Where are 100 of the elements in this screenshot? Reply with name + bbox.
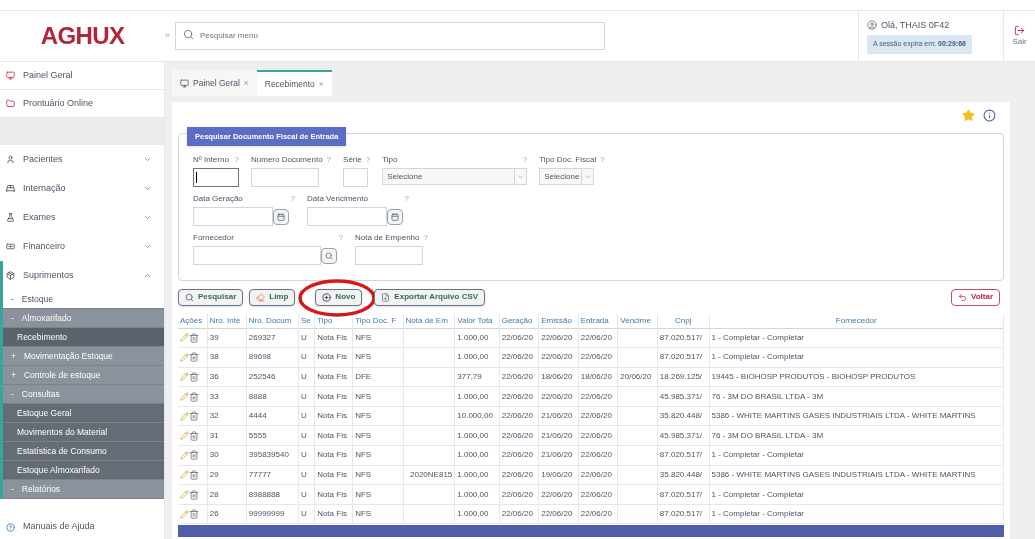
field-label: Nº Interno [193, 154, 229, 166]
lookup-button[interactable] [321, 247, 337, 264]
banknote-icon [6, 242, 15, 251]
table-cell: 1 - Completar - Completar [711, 450, 804, 460]
field-label: Fornecedor [193, 232, 234, 244]
column-header[interactable]: Vencime [617, 314, 658, 328]
column-header[interactable]: Tipo [314, 314, 353, 328]
action-button[interactable]: Novo [315, 288, 363, 306]
calendar-icon [277, 212, 285, 221]
trash-icon[interactable] [189, 469, 199, 480]
trash-icon[interactable] [189, 391, 199, 402]
submenu-item[interactable]: Estatística de Consumo [3, 442, 164, 461]
sidebar-item[interactable]: Manuais de Ajuda [0, 517, 164, 537]
trash-icon[interactable] [189, 450, 199, 461]
submenu-item[interactable]: - Consultas [3, 385, 164, 404]
action-button[interactable]: Limp [249, 288, 296, 306]
table-cell: 10.000,00 [457, 411, 493, 421]
table-cell: 45.985.371/ [659, 391, 703, 401]
date-field[interactable] [193, 207, 273, 226]
column-header[interactable]: Entrada [578, 314, 618, 328]
column-header[interactable]: Nro. Inte [207, 314, 247, 328]
help-mark[interactable]: ? [365, 154, 371, 166]
column-header[interactable]: Emissão [538, 314, 579, 328]
trash-icon[interactable] [189, 430, 199, 441]
table-cell: 21/06/20 [541, 411, 573, 421]
sidebar-item[interactable]: Financeiro [0, 232, 164, 261]
submenu-item[interactable]: Estoque Almoxarifado [3, 461, 164, 480]
column-header[interactable]: Cnpj [657, 314, 709, 328]
trash-icon[interactable] [189, 332, 199, 343]
help-mark[interactable]: ? [234, 154, 239, 166]
submenu-item[interactable]: Movimentos do Material [3, 423, 164, 442]
table-cell: 22/06/20 [541, 332, 573, 342]
plus-circle-icon [322, 292, 332, 302]
help-mark[interactable]: ? [522, 154, 528, 166]
star-icon[interactable] [962, 108, 975, 122]
help-mark[interactable]: ? [290, 193, 295, 205]
submenu-item[interactable]: + Controle de estoque [3, 366, 164, 385]
action-button[interactable]: Exportar Arquivo CSV [374, 288, 486, 306]
column-header[interactable]: Se [298, 314, 315, 328]
tab[interactable]: Recebimento × [256, 70, 332, 96]
trash-icon[interactable] [189, 509, 199, 520]
submenu-item[interactable]: Estoque Geral [3, 404, 164, 423]
help-mark[interactable]: ? [600, 154, 605, 166]
table-cell: NFS [355, 411, 372, 421]
submenu-item[interactable]: Recebimento [3, 328, 164, 347]
table-cell: 22/06/20 [501, 430, 533, 440]
box-icon [6, 271, 15, 280]
table-cell: 22/06/20 [501, 391, 533, 401]
action-button[interactable]: Pesquisar [178, 288, 244, 306]
table-cell: 1 - Completar - Completar [711, 509, 804, 519]
back-button[interactable]: Voltar [950, 288, 1000, 306]
sidebar-item[interactable]: Suprimentos [3, 261, 164, 290]
text-field[interactable] [193, 168, 239, 187]
help-mark[interactable]: ? [338, 232, 343, 244]
info-icon[interactable] [983, 108, 996, 122]
table-cell: 252546 [248, 372, 276, 381]
table-cell: 99999999 [248, 509, 285, 519]
column-header[interactable]: Fornecedor [709, 314, 1004, 328]
table-cell: 1 - Completar - Completar [711, 489, 804, 499]
sidebar-item[interactable]: Painel Geral [0, 62, 164, 90]
column-header[interactable]: Valor Tota [454, 314, 500, 328]
sidebar-item[interactable]: Internação [0, 174, 164, 203]
tab[interactable]: Painel Geral × [172, 70, 257, 96]
column-header[interactable]: Nota de Em [403, 314, 455, 328]
calendar-button[interactable] [387, 208, 403, 225]
column-header[interactable]: Geração [499, 314, 539, 328]
column-header[interactable]: Nro. Docum [246, 314, 299, 328]
column-header[interactable]: Ações [178, 314, 208, 328]
tab-close[interactable]: × [243, 76, 249, 90]
table-cell: NFS [355, 430, 372, 440]
search-field[interactable]: Pesquisar menu [175, 21, 605, 50]
table-cell: U [300, 489, 307, 499]
calendar-button[interactable] [273, 208, 289, 225]
table-cell: NFS [355, 489, 372, 499]
trash-icon[interactable] [189, 372, 199, 382]
date-field[interactable] [307, 207, 387, 226]
help-mark[interactable]: ? [423, 232, 428, 244]
table-cell: NFS [355, 332, 372, 342]
trash-icon[interactable] [189, 489, 199, 500]
table-cell: 269327 [248, 332, 276, 342]
select-field[interactable]: Selecione [539, 168, 595, 185]
sidebar-item[interactable]: Pacientes [0, 145, 164, 174]
help-mark[interactable]: ? [326, 154, 332, 166]
table-cell: 87.020.517/ [659, 489, 703, 499]
submenu-item[interactable]: - Relatórios [3, 480, 164, 499]
trash-icon[interactable] [189, 352, 199, 363]
column-header[interactable]: Tipo Doc. F [352, 314, 404, 328]
trash-icon[interactable] [189, 411, 199, 422]
collapse-toggle[interactable]: « [165, 29, 170, 43]
table-cell: 45.985.371/ [659, 430, 703, 440]
sidebar-item[interactable]: Exames [0, 203, 164, 232]
select-field[interactable]: Selecione [382, 168, 528, 185]
logout-button[interactable]: Sair [1003, 11, 1035, 61]
help-mark[interactable]: ? [404, 193, 409, 205]
submenu-item[interactable]: - Almoxarifado [3, 309, 164, 328]
submenu-item[interactable]: + Movimentação Estoque [3, 347, 164, 366]
field-label: Data Vencimento [307, 193, 368, 205]
table-cell: 29 [209, 469, 219, 479]
supplier-field[interactable] [193, 246, 321, 265]
tab-close[interactable]: × [318, 77, 324, 91]
